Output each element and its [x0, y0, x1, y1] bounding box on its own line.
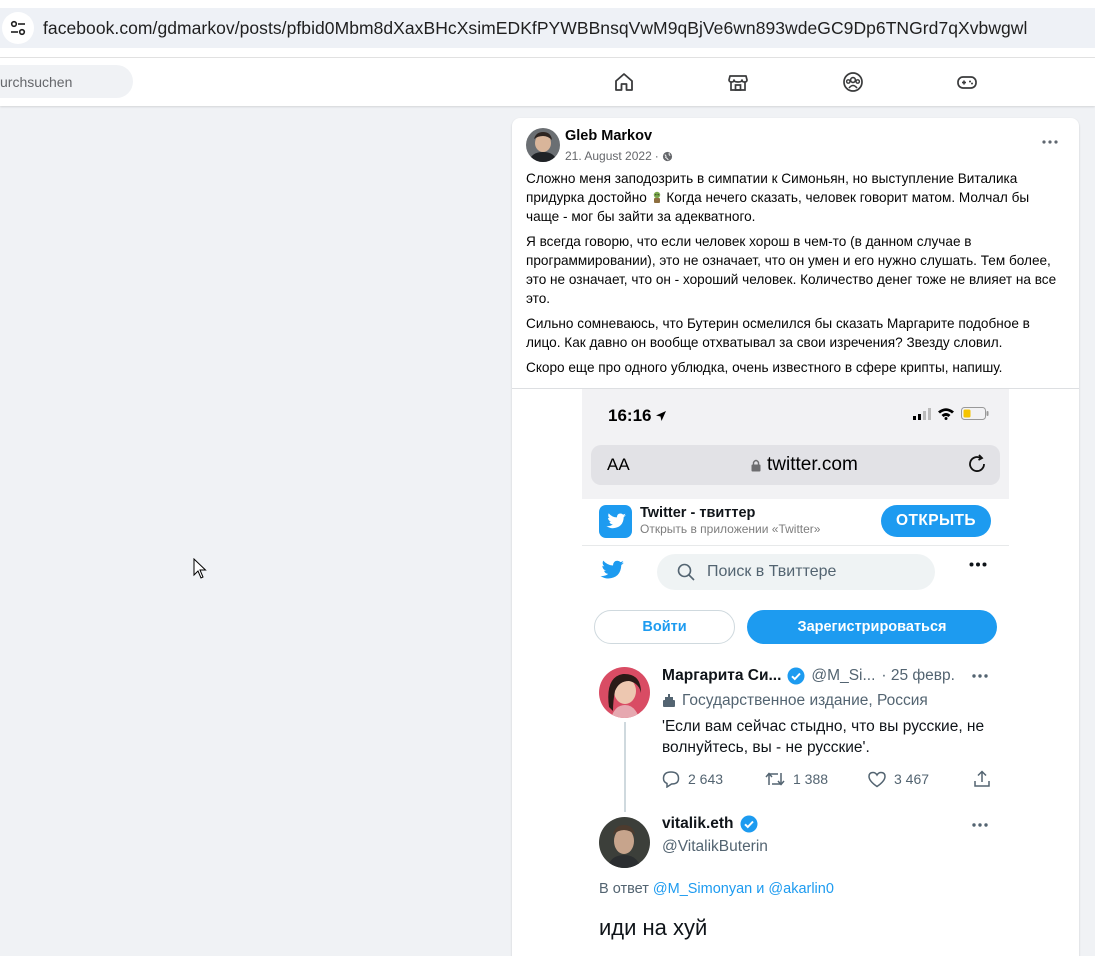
post-text: Сложно меня заподозрить в симпатии к Сим…: [526, 169, 1061, 383]
banner-subtitle: Открыть в приложении «Twitter»: [640, 522, 821, 536]
site-info-icon[interactable]: [2, 12, 34, 44]
address-bar[interactable]: facebook.com/gdmarkov/posts/pfbid0Mbm8dX…: [0, 8, 1095, 48]
zombie-emoji-icon: [651, 190, 663, 203]
state-media-icon: [663, 694, 675, 707]
tweet-text: иди на хуй: [599, 915, 708, 940]
tweet-text: 'Если вам сейчас стыдно, что вы русские,…: [662, 718, 985, 756]
mouse-cursor-icon: [193, 557, 207, 585]
url-text[interactable]: facebook.com/gdmarkov/posts/pfbid0Mbm8dX…: [43, 18, 1027, 39]
state-media-text: Государственное издание, Россия: [682, 692, 928, 709]
app-banner: Twitter - твиттер Открыть в приложении «…: [582, 499, 1009, 546]
twitter-search-input[interactable]: Поиск в Твиттере: [657, 554, 935, 590]
mobile-url: twitter.com: [751, 454, 858, 476]
thread-connector: [624, 722, 626, 812]
post-paragraph: Сложно меня заподозрить в симпатии к Сим…: [526, 169, 1061, 226]
post-paragraph: Скоро еще про одного ублюдка, очень изве…: [526, 360, 1003, 375]
post-meta: 21. August 2022 ·: [565, 149, 673, 163]
twitter-header: Поиск в Твиттере: [582, 546, 1009, 598]
tweet-author-name[interactable]: vitalik.eth: [662, 815, 734, 833]
twitter-search-placeholder: Поиск в Твиттере: [707, 563, 837, 580]
share-action[interactable]: [973, 770, 991, 788]
tweet-header: vitalik.eth: [662, 815, 758, 833]
mention-link[interactable]: @M_Simonyan: [653, 881, 752, 897]
signal-icon: [913, 407, 931, 420]
simonyan-avatar[interactable]: [599, 667, 650, 718]
globe-icon: [662, 151, 672, 161]
phone-status-area: 16:16 AA twitter.com: [582, 389, 1009, 503]
tweet-time[interactable]: · 25 февр.: [881, 667, 955, 685]
reply-action[interactable]: 2 643: [662, 770, 765, 788]
text-size-button[interactable]: AA: [607, 455, 630, 475]
post-image[interactable]: 16:16 AA twitter.com Twitter - твиттер О…: [582, 389, 1009, 956]
verified-badge-icon: [740, 815, 757, 833]
reply-prefix: В ответ: [599, 881, 649, 897]
reply-icon: [662, 771, 680, 788]
reload-icon[interactable]: [966, 453, 988, 475]
reply-context: В ответ @M_Simonyan и @akarlin0: [599, 881, 834, 897]
tweet-author-handle[interactable]: @M_Si...: [811, 667, 875, 685]
reply-and: и: [756, 881, 765, 897]
tweet-header: Маргарита Си... @M_Si... · 25 февр.: [662, 667, 955, 685]
tweet-more-icon[interactable]: [972, 674, 988, 678]
status-icons: [913, 407, 989, 420]
post-more-icon[interactable]: [1037, 132, 1063, 152]
tweet-author-name[interactable]: Маргарита Си...: [662, 667, 781, 685]
tweet-vitalik[interactable]: vitalik.eth @VitalikButerin В ответ @M_S…: [582, 815, 1009, 956]
mobile-url-text: twitter.com: [767, 454, 858, 475]
more-icon[interactable]: [969, 562, 987, 567]
search-icon: [677, 563, 695, 581]
location-arrow-icon: [656, 411, 667, 421]
battery-icon: [961, 407, 989, 420]
post-card: Gleb Markov 21. August 2022 · Сложно мен…: [512, 118, 1079, 956]
post-author-name[interactable]: Gleb Markov: [565, 128, 652, 144]
gaming-icon[interactable]: [955, 70, 979, 94]
facebook-search-input[interactable]: urchsuchen: [0, 65, 133, 98]
author-avatar[interactable]: [526, 128, 560, 162]
retweet-icon: [765, 772, 785, 786]
retweet-count: 1 388: [793, 771, 829, 787]
mention-link[interactable]: @akarlin0: [768, 881, 834, 897]
share-icon: [974, 770, 990, 787]
post-date[interactable]: 21. August 2022: [565, 149, 652, 163]
retweet-action[interactable]: 1 388: [765, 770, 868, 788]
reply-count: 2 643: [688, 771, 724, 787]
twitter-logo-icon[interactable]: [599, 560, 625, 582]
home-icon[interactable]: [612, 70, 636, 94]
tweet-more-icon[interactable]: [972, 823, 988, 827]
browser-toolbar: facebook.com/gdmarkov/posts/pfbid0Mbm8dX…: [0, 0, 1095, 58]
lock-icon: [751, 459, 761, 471]
search-placeholder: urchsuchen: [0, 73, 73, 90]
wifi-icon: [938, 408, 954, 420]
open-app-button[interactable]: ОТКРЫТЬ: [881, 505, 991, 537]
marketplace-icon[interactable]: [726, 70, 750, 94]
tweet-simonyan[interactable]: Маргарита Си... @M_Si... · 25 февр. Госу…: [582, 666, 1009, 816]
login-button[interactable]: Войти: [594, 610, 735, 644]
status-time-text: 16:16: [608, 406, 652, 425]
post-paragraph: Сильно сомневаюсь, что Бутерин осмелился…: [526, 316, 1030, 350]
heart-icon: [868, 771, 886, 787]
signup-button[interactable]: Зарегистрироваться: [747, 610, 997, 644]
like-count: 3 467: [894, 771, 930, 787]
post-paragraph: Я всегда говорю, что если человек хорош …: [526, 234, 1057, 306]
twitter-app-icon: [599, 505, 632, 538]
meta-separator: ·: [654, 149, 659, 163]
groups-icon[interactable]: [841, 70, 865, 94]
state-media-label: Государственное издание, Россия: [662, 692, 928, 710]
facebook-top-nav: urchsuchen: [0, 58, 1095, 106]
banner-title: Twitter - твиттер: [640, 505, 756, 521]
like-action[interactable]: 3 467: [868, 771, 973, 788]
tweet-author-handle[interactable]: @VitalikButerin: [662, 838, 768, 856]
tweet-actions: 2 643 1 388 3 467: [662, 770, 992, 788]
vitalik-avatar[interactable]: [599, 817, 650, 868]
mobile-address-bar[interactable]: AA twitter.com: [591, 445, 1000, 485]
verified-badge-icon: [787, 667, 805, 685]
status-time: 16:16: [608, 406, 667, 426]
